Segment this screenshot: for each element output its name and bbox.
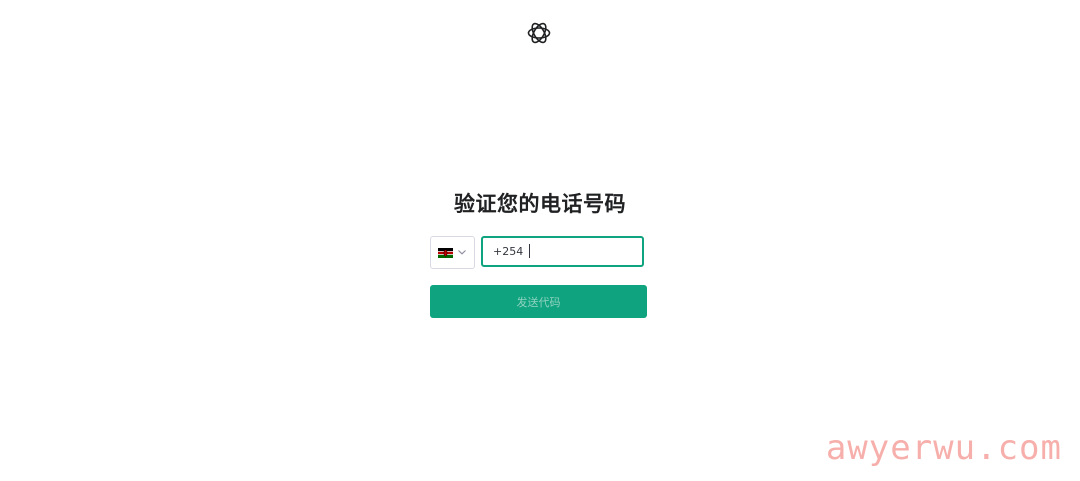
watermark: awyerwu.com <box>825 428 1062 468</box>
text-cursor <box>529 244 531 258</box>
kenya-flag-icon <box>438 248 453 258</box>
page-title: 验证您的电话号码 <box>454 192 626 216</box>
openai-logo-icon <box>527 22 551 44</box>
phone-number-row: +254 <box>430 236 647 269</box>
verify-phone-page: 验证您的电话号码 +254 发送代码 awyerwu.com <box>0 0 1080 481</box>
send-code-button[interactable]: 发送代码 <box>430 285 647 318</box>
phone-input-value: +254 <box>493 245 524 258</box>
chevron-down-icon <box>458 250 466 255</box>
phone-number-input[interactable]: +254 <box>481 236 644 267</box>
country-code-select[interactable] <box>430 236 475 269</box>
